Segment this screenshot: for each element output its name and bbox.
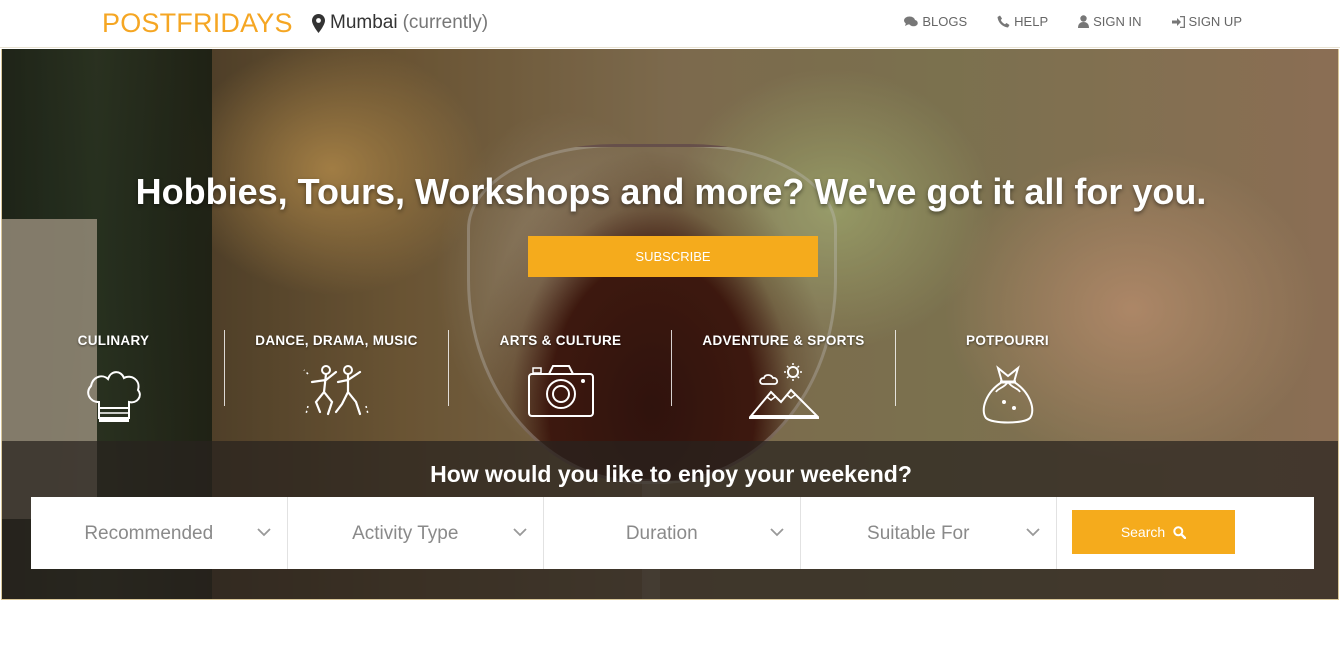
category-adventure-sports[interactable]: ADVENTURE & SPORTS	[672, 324, 895, 434]
chevron-down-icon	[513, 528, 527, 537]
nav-sign-up-label: SIGN UP	[1188, 14, 1242, 29]
category-dance-drama-music[interactable]: DANCE, DRAMA, MUSIC	[225, 324, 448, 434]
filter-duration-label: Duration	[625, 523, 698, 544]
filter-bar: Recommended Activity Type Duration Suita…	[31, 497, 1314, 569]
search-button[interactable]: Search	[1072, 510, 1235, 554]
subscribe-button[interactable]: SUBSCRIBE	[528, 236, 818, 277]
phone-icon	[997, 15, 1010, 28]
map-marker-icon	[312, 13, 325, 33]
filter-activity-type[interactable]: Activity Type	[288, 497, 544, 569]
nav-help-label: HELP	[1014, 14, 1049, 29]
camera-icon	[527, 365, 594, 417]
chef-hat-icon	[86, 371, 141, 422]
user-icon	[1078, 15, 1090, 28]
search-icon	[1173, 525, 1187, 539]
nav-blogs[interactable]: BLOGS	[904, 14, 967, 29]
search-button-label: Search	[1120, 524, 1166, 540]
filter-duration[interactable]: Duration	[544, 497, 801, 569]
nav-sign-in[interactable]: SIGN IN	[1078, 14, 1142, 29]
category-arts-culture[interactable]: ARTS & CULTURE	[449, 324, 672, 434]
filter-recommended-label: Recommended	[84, 523, 214, 544]
category-potpourri[interactable]: POTPOURRI	[896, 324, 1119, 434]
category-arts-label: ARTS & CULTURE	[499, 333, 622, 348]
filter-suitable-for[interactable]: Suitable For	[801, 497, 1057, 569]
mountains-icon	[748, 363, 819, 419]
category-potpourri-label: POTPOURRI	[966, 333, 1049, 348]
category-culinary-label: CULINARY	[77, 333, 150, 348]
chevron-down-icon	[256, 528, 271, 537]
category-adventure-label: ADVENTURE & SPORTS	[702, 333, 865, 348]
category-strip: CULINARY DANCE, DRAMA, MUSIC ARTS & CULT…	[2, 324, 1338, 444]
search-cell: Search	[1057, 497, 1314, 569]
filter-recommended[interactable]: Recommended	[31, 497, 288, 569]
weekend-question: How would you like to enjoy your weekend…	[430, 461, 912, 487]
sign-in-icon	[1171, 15, 1185, 28]
site-header: POSTFRIDAYS Mumbai (currently) BLOGS HEL…	[0, 0, 1340, 48]
nav-blogs-label: BLOGS	[922, 14, 968, 29]
comments-icon	[904, 16, 919, 26]
top-nav: BLOGS HELP SIGN IN SIGN UP	[904, 14, 1242, 29]
location-note: (currently)	[402, 12, 489, 33]
site-logo[interactable]: POSTFRIDAYS	[102, 8, 293, 39]
gift-bag-icon	[982, 365, 1033, 424]
filter-activity-type-label: Activity Type	[352, 523, 459, 544]
hero-banner: Hobbies, Tours, Workshops and more? We'v…	[1, 49, 1339, 600]
filter-suitable-for-label: Suitable For	[867, 523, 970, 544]
nav-help[interactable]: HELP	[997, 14, 1048, 29]
chevron-down-icon	[769, 528, 784, 537]
category-culinary[interactable]: CULINARY	[2, 324, 225, 434]
category-dance-label: DANCE, DRAMA, MUSIC	[255, 333, 418, 348]
nav-sign-up[interactable]: SIGN UP	[1171, 14, 1242, 29]
location-selector[interactable]: Mumbai (currently)	[312, 12, 488, 34]
hero-tagline: Hobbies, Tours, Workshops and more? We'v…	[135, 171, 1207, 212]
chevron-down-icon	[1026, 528, 1040, 537]
nav-sign-in-label: SIGN IN	[1093, 14, 1142, 29]
location-city: Mumbai	[330, 12, 398, 33]
dancers-icon	[302, 365, 369, 416]
